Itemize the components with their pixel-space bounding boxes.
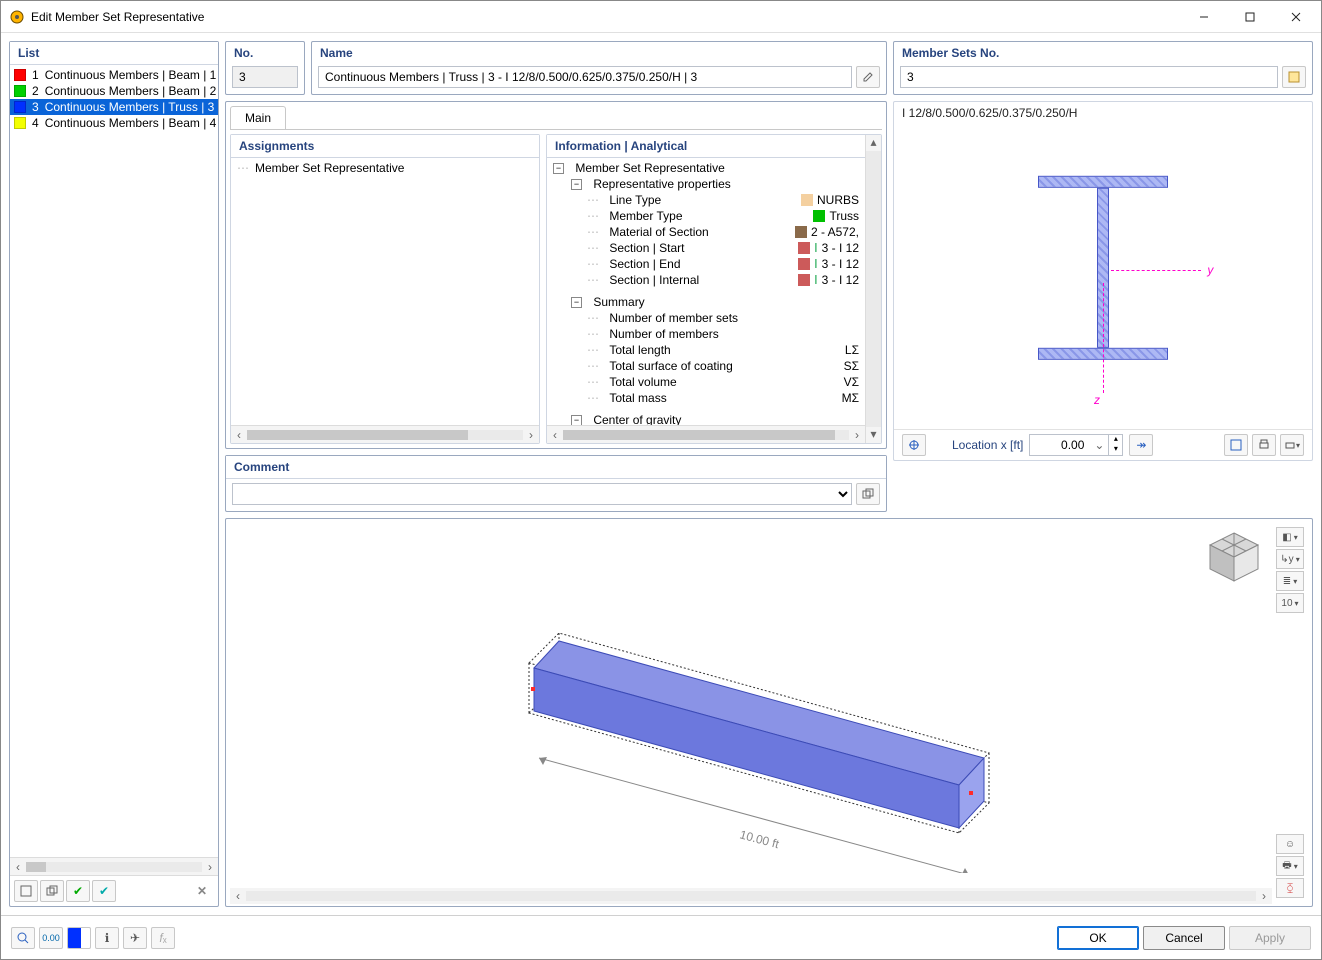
cancel-button[interactable]: Cancel (1143, 926, 1225, 950)
location-label: Location x [ft] (952, 438, 1023, 452)
info-button[interactable]: ℹ (95, 927, 119, 949)
section-canvas (894, 124, 1312, 429)
tree-node[interactable]: − Member Set Representative (551, 160, 861, 176)
location-spinner[interactable]: ⌄ ▴▾ (1029, 434, 1123, 456)
spin-down-icon[interactable]: ▾ (1109, 445, 1122, 455)
location-input[interactable] (1030, 438, 1090, 452)
view-scale-menu[interactable]: 10 (1276, 593, 1304, 613)
member-sets-input[interactable] (900, 66, 1278, 88)
comment-header: Comment (226, 456, 886, 479)
view-cube-menu[interactable]: ◧ (1276, 527, 1304, 547)
collapse-icon[interactable]: − (553, 163, 564, 174)
collapse-icon[interactable]: − (571, 297, 582, 308)
delete-item-button[interactable]: ✕ (190, 880, 214, 902)
comment-select[interactable] (232, 483, 852, 505)
section-print-menu-button[interactable]: ▾ (1280, 434, 1304, 456)
color-swatch (798, 258, 810, 270)
section-print-button[interactable] (1252, 434, 1276, 456)
assignments-header: Assignments (231, 135, 539, 158)
color-swatch (798, 274, 810, 286)
new-item-button[interactable] (14, 880, 38, 902)
name-input[interactable] (318, 66, 852, 88)
section-zoom-button[interactable] (1224, 434, 1248, 456)
apply-button[interactable]: Apply (1229, 926, 1311, 950)
view-axis-menu[interactable]: ↳y (1276, 549, 1304, 569)
window-title: Edit Member Set Representative (31, 10, 1181, 24)
no-input[interactable] (232, 66, 298, 88)
view-magnet-button[interactable]: ⧲ (1276, 878, 1304, 898)
balloon-button[interactable]: ✈ (123, 927, 147, 949)
dimension-label: 10.00 ft (738, 827, 781, 851)
nav-cube-icon[interactable] (1204, 527, 1264, 587)
section-name-label: I 12/8/0.500/0.625/0.375/0.250/H (894, 102, 1312, 124)
view-origin-button[interactable] (902, 434, 926, 456)
tree-dots-icon: ⋯ (237, 161, 248, 175)
tab-main[interactable]: Main (230, 106, 286, 129)
list-item[interactable]: 3 Continuous Members | Truss | 3 - (10, 99, 218, 115)
member-sets-label: Member Sets No. (894, 42, 1312, 64)
list-item[interactable]: 2 Continuous Members | Beam | 2 - (10, 83, 218, 99)
y-axis-icon (1111, 270, 1201, 271)
copy-item-button[interactable] (40, 880, 64, 902)
assignments-scrollbar[interactable]: ‹› (231, 425, 539, 443)
minimize-button[interactable] (1181, 2, 1227, 32)
list-header: List (10, 42, 218, 65)
tree-node[interactable]: ⋯ Member Set Representative (235, 160, 535, 176)
comment-library-button[interactable] (856, 483, 880, 505)
location-action-button[interactable]: ↠ (1129, 434, 1153, 456)
color-swatch (14, 101, 26, 113)
i-section-icon: Ⅰ (814, 273, 818, 287)
help-button[interactable] (11, 927, 35, 949)
color-button[interactable] (67, 927, 91, 949)
close-button[interactable] (1273, 2, 1319, 32)
i-section-icon: Ⅰ (814, 257, 818, 271)
function-button[interactable]: fₓ (151, 927, 175, 949)
units-button[interactable]: 0.00 (39, 927, 63, 949)
color-swatch (14, 85, 26, 97)
maximize-button[interactable] (1227, 2, 1273, 32)
chevron-down-icon[interactable]: ⌄ (1090, 438, 1108, 452)
name-label: Name (312, 42, 886, 64)
info-scrollbar-x[interactable]: ‹› (547, 425, 865, 443)
color-swatch (14, 117, 26, 129)
ok-button[interactable]: OK (1057, 926, 1139, 950)
color-swatch (14, 69, 26, 81)
info-scrollbar-y[interactable]: ▴▾ (865, 135, 881, 443)
pick-member-sets-button[interactable] (1282, 66, 1306, 88)
view-layers-menu[interactable]: ≣ (1276, 571, 1304, 591)
edit-name-button[interactable] (856, 66, 880, 88)
view-smile-button[interactable]: ☺ (1276, 834, 1304, 854)
color-swatch (795, 226, 807, 238)
collapse-icon[interactable]: − (571, 415, 582, 426)
check-off-button[interactable]: ✔ (92, 880, 116, 902)
member-list[interactable]: 1 Continuous Members | Beam | 1 - 2 Cont… (10, 65, 218, 857)
preview-scrollbar[interactable]: ‹› (230, 888, 1272, 904)
i-section-icon: Ⅰ (814, 241, 818, 255)
info-header: Information | Analytical (547, 135, 865, 158)
app-icon (9, 9, 25, 25)
list-item[interactable]: 4 Continuous Members | Beam | 4 - (10, 115, 218, 131)
list-item[interactable]: 1 Continuous Members | Beam | 1 - (10, 67, 218, 83)
list-scrollbar[interactable]: ‹› (10, 857, 218, 875)
color-swatch (798, 242, 810, 254)
collapse-icon[interactable]: − (571, 179, 582, 190)
z-axis-icon (1103, 283, 1104, 393)
beam-graphic: 10.00 ft (509, 553, 1029, 873)
view-print-menu[interactable]: 🖶 (1276, 856, 1304, 876)
check-on-button[interactable]: ✔ (66, 880, 90, 902)
color-swatch (813, 210, 825, 222)
no-label: No. (226, 42, 304, 64)
color-swatch (801, 194, 813, 206)
3d-preview[interactable]: 10.00 ft ◧ ↳y ≣ 10 ☺ 🖶 ⧲ (225, 518, 1313, 907)
